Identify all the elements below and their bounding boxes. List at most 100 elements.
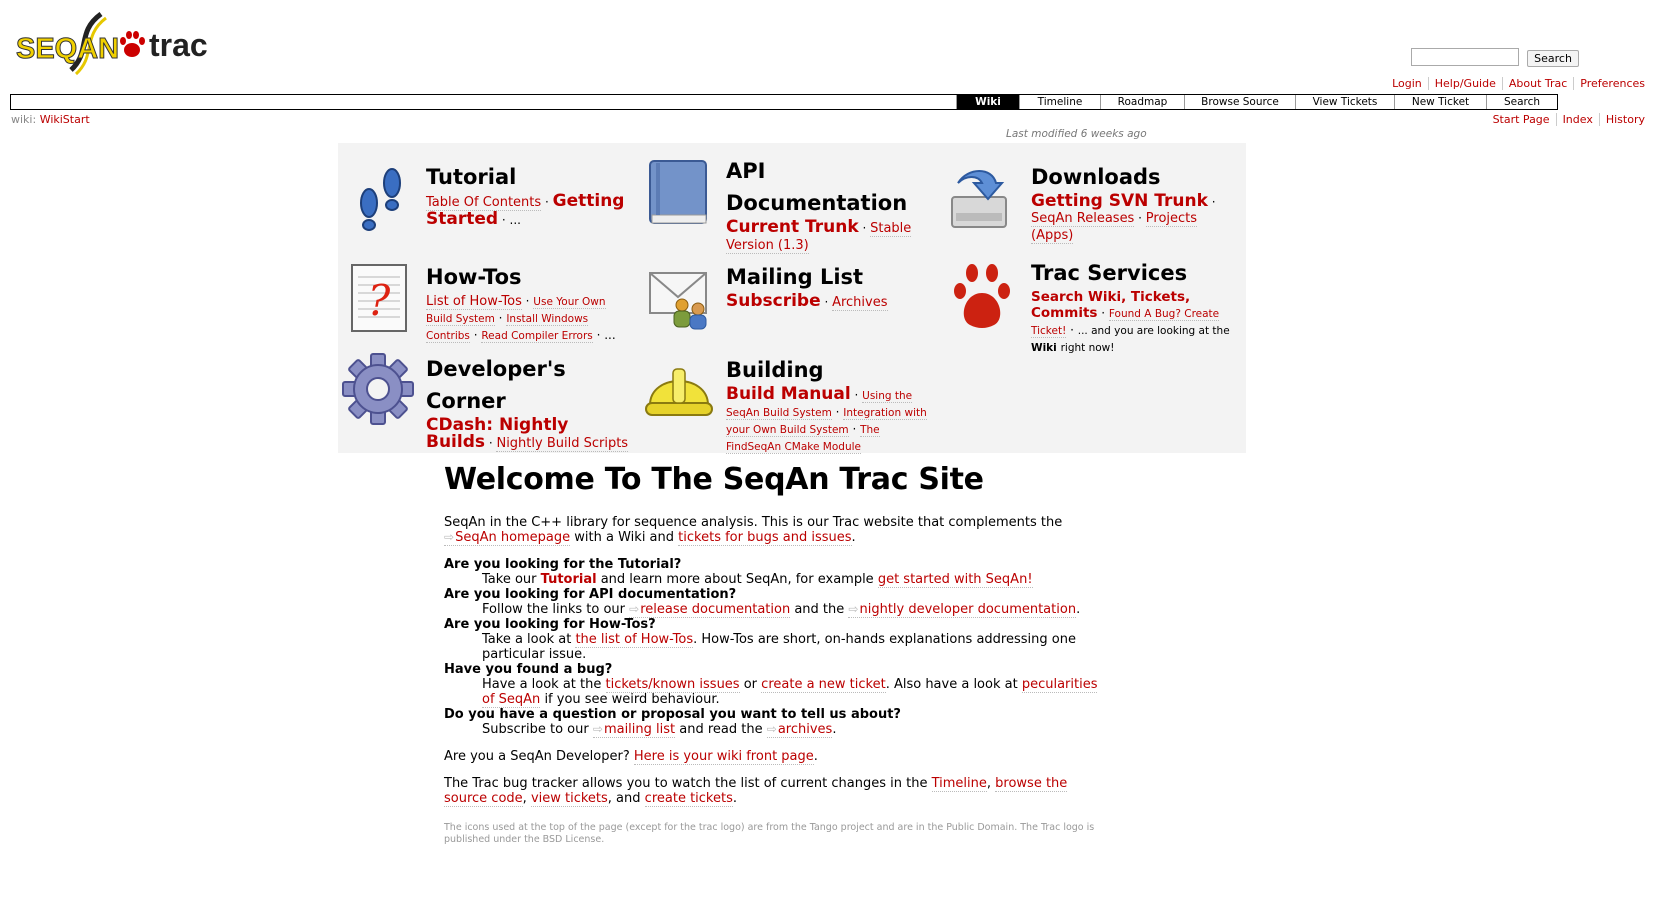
developer-text-end: .: [813, 749, 818, 764]
login-link[interactable]: Login: [1392, 77, 1422, 90]
tab-wiki[interactable]: Wiki: [956, 95, 1019, 109]
gear-icon: [342, 353, 414, 425]
trac-services-text-bold: Wiki: [1031, 342, 1057, 354]
tab-new-ticket[interactable]: New Ticket: [1394, 95, 1486, 109]
seqan-homepage-link[interactable]: SeqAn homepage: [444, 530, 571, 546]
faq-text: and read the: [679, 722, 763, 737]
tickets-known-issues-link[interactable]: tickets/known issues: [605, 677, 740, 693]
meta-nav: Login Help/Guide About Trac Preferences: [1386, 77, 1651, 90]
faq-answer-tutorial: Take our Tutorial and learn more about S…: [482, 572, 1114, 588]
paw-icon: [120, 31, 145, 57]
faq-list: Are you looking for the Tutorial? Take o…: [444, 557, 1114, 738]
howtos-heading: How-Tos: [426, 265, 522, 289]
page-title: Welcome To The SeqAn Trac Site: [444, 462, 984, 497]
timeline-link[interactable]: Timeline: [931, 776, 987, 792]
about-trac-link[interactable]: About Trac: [1509, 77, 1567, 90]
nightly-build-scripts-link[interactable]: Nightly Build Scripts: [496, 436, 629, 452]
tutorial-more: ...: [509, 213, 521, 227]
portal-building: Building Build Manual · Using the SeqAn …: [726, 354, 936, 455]
portal-api: API Documentation Current Trunk · Stable…: [726, 155, 926, 254]
view-tickets-link[interactable]: view tickets: [530, 791, 608, 807]
portal-tutorial: Tutorial Table Of Contents · Getting Sta…: [426, 161, 631, 228]
faq-text: Have a look at the: [482, 677, 602, 692]
faq-text: Follow the links to our: [482, 602, 625, 617]
logo-text-trac: trac: [149, 27, 208, 63]
developer-wiki-front-page-link[interactable]: Here is your wiki front page: [633, 749, 814, 765]
developer-text: Are you a SeqAn Developer?: [444, 749, 630, 764]
faq-text: and the: [794, 602, 845, 617]
faq-question-howtos: Are you looking for How-Tos?: [444, 617, 656, 632]
trac-services-heading: Trac Services: [1031, 261, 1188, 285]
book-icon: [649, 160, 707, 224]
faq-answer-howtos: Take a look at the list of How-Tos. How-…: [482, 632, 1114, 662]
start-page-link[interactable]: Start Page: [1493, 113, 1550, 126]
context-nav: Start Page Index History: [1487, 113, 1651, 126]
seqan-trac-logo[interactable]: SEQAN trac: [16, 11, 216, 78]
index-link[interactable]: Index: [1563, 113, 1593, 126]
tutorial-heading: Tutorial: [426, 165, 517, 189]
archives-main-link[interactable]: archives: [766, 722, 833, 738]
tab-timeline[interactable]: Timeline: [1019, 95, 1100, 109]
tab-roadmap[interactable]: Roadmap: [1100, 95, 1184, 109]
footprints-icon: [360, 168, 401, 231]
faq-question-tutorial: Are you looking for the Tutorial?: [444, 557, 682, 572]
faq-text: and learn more about SeqAn, for example: [600, 572, 874, 587]
trac-info-text: ,: [522, 791, 527, 806]
archives-link[interactable]: Archives: [832, 295, 888, 311]
intro-text-2: with a Wiki and: [574, 530, 675, 545]
mailing-list-link[interactable]: mailing list: [592, 722, 676, 738]
intro-text-3: .: [851, 530, 856, 545]
help-guide-link[interactable]: Help/Guide: [1435, 77, 1496, 90]
tab-search[interactable]: Search: [1486, 95, 1557, 109]
nightly-developer-documentation-link[interactable]: nightly developer documentation: [848, 602, 1077, 618]
portal-grid: Tutorial Table Of Contents · Getting Sta…: [338, 143, 1246, 455]
faq-text: .: [832, 722, 837, 737]
portal-howtos: How-Tos List of How-Tos · Use Your Own B…: [426, 261, 631, 344]
faq-question-proposal: Do you have a question or proposal you w…: [444, 707, 901, 722]
api-heading-1: API: [726, 159, 766, 183]
portal-mailing-list: Mailing List Subscribe · Archives: [726, 261, 926, 311]
trac-info-text: , and: [607, 791, 641, 806]
main-content: Welcome To The SeqAn Trac Site SeqAn in …: [444, 462, 1114, 846]
create-tickets-link[interactable]: create tickets: [644, 791, 733, 807]
read-compiler-errors-link[interactable]: Read Compiler Errors: [481, 330, 593, 343]
build-manual-link[interactable]: Build Manual: [726, 384, 851, 404]
search-input[interactable]: [1411, 48, 1519, 66]
preferences-link[interactable]: Preferences: [1580, 77, 1645, 90]
icon-credits-footer: The icons used at the top of the page (e…: [444, 822, 1095, 845]
get-started-link[interactable]: get started with SeqAn!: [877, 572, 1033, 588]
mail-envelope-icon: [649, 272, 707, 330]
api-heading-2: Documentation: [726, 191, 908, 215]
faq-text: . Also have a look at: [885, 677, 1018, 692]
subscribe-link[interactable]: Subscribe: [726, 291, 821, 311]
faq-text: or: [743, 677, 758, 692]
release-documentation-link[interactable]: release documentation: [629, 602, 791, 618]
breadcrumb-page-link[interactable]: WikiStart: [40, 113, 90, 126]
faq-question-api: Are you looking for API documentation?: [444, 587, 737, 602]
faq-text: Subscribe to our: [482, 722, 589, 737]
trac-info-paragraph: The Trac bug tracker allows you to watch…: [444, 776, 1114, 807]
trac-info-text: .: [732, 791, 738, 806]
create-new-ticket-link[interactable]: create a new ticket: [761, 677, 886, 693]
faq-question-bug: Have you found a bug?: [444, 662, 613, 677]
intro-paragraph: SeqAn in the C++ library for sequence an…: [444, 515, 1114, 546]
seqan-releases-link[interactable]: SeqAn Releases: [1031, 211, 1135, 227]
getting-svn-trunk-link[interactable]: Getting SVN Trunk: [1031, 191, 1208, 211]
faq-answer-api: Follow the links to our release document…: [482, 602, 1114, 618]
list-of-howtos-main-link[interactable]: the list of How-Tos: [575, 632, 694, 648]
tutorial-link[interactable]: Tutorial: [541, 572, 597, 587]
faq-text: . How-Tos are short, on-hands explanatio…: [482, 632, 1076, 662]
current-trunk-link[interactable]: Current Trunk: [726, 217, 859, 237]
search-button[interactable]: Search: [1527, 49, 1579, 67]
faq-answer-bug: Have a look at the tickets/known issues …: [482, 677, 1114, 708]
mailing-list-heading: Mailing List: [726, 265, 864, 289]
downloads-heading: Downloads: [1031, 165, 1161, 189]
tab-browse-source[interactable]: Browse Source: [1184, 95, 1295, 109]
tab-view-tickets[interactable]: View Tickets: [1295, 95, 1394, 109]
faq-text: Take a look at: [482, 632, 572, 647]
history-link[interactable]: History: [1606, 113, 1645, 126]
last-modified: Last modified 6 weeks ago: [1006, 128, 1147, 140]
tickets-bugs-issues-link[interactable]: tickets for bugs and issues: [678, 530, 852, 546]
help-document-icon: ?: [351, 264, 407, 332]
list-of-howtos-link[interactable]: List of How-Tos: [426, 294, 522, 310]
